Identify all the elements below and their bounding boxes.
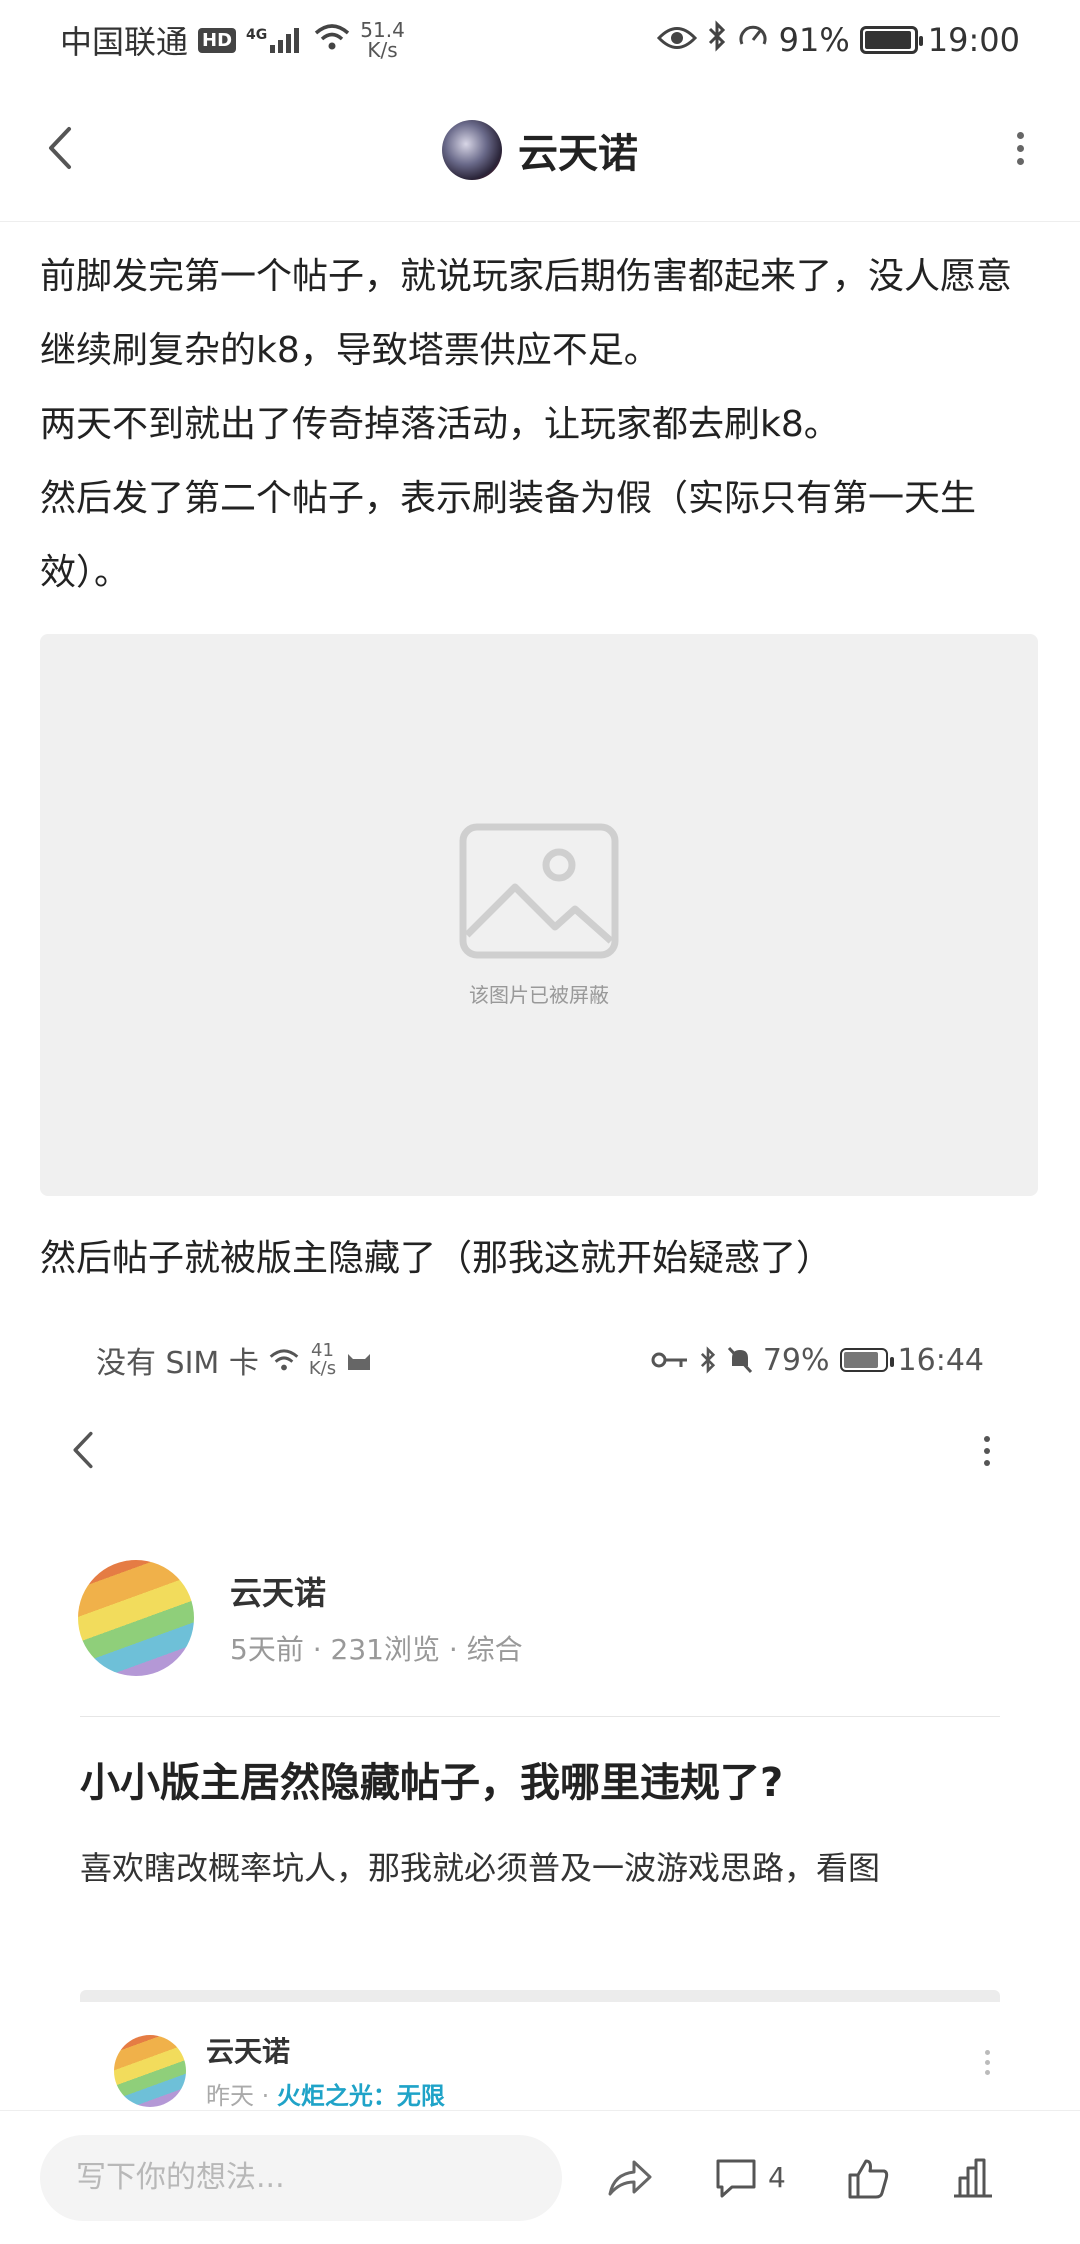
embedded-network-speed: 41 K/s <box>309 1342 336 1378</box>
embedded-battery-percent: 79% <box>762 1342 830 1378</box>
rainbow-avatar <box>78 1560 194 1676</box>
bell-off-icon <box>727 1346 752 1374</box>
chevron-left-icon <box>73 1431 93 1469</box>
dot-icon <box>985 2060 990 2065</box>
post-paragraph: 两天不到就出了传奇掉落活动，让玩家都去刷k8。 <box>40 404 840 445</box>
dot-icon <box>984 1448 990 1454</box>
signal-icon: 4G <box>246 27 304 53</box>
post-paragraph: 然后发了第二个帖子，表示刷装备为假（实际只有第一天生效）。 <box>40 478 977 593</box>
embedded-image-edge <box>80 1990 1000 2002</box>
top-nav-bar: 云天诺 <box>0 80 1080 222</box>
like-button[interactable] <box>846 2157 890 2199</box>
embedded-comment-row: 云天诺 昨天 · 火炬之光：无限 <box>114 2030 445 2110</box>
comment-icon <box>716 2159 756 2197</box>
battery-icon <box>839 1348 894 1372</box>
battery-percent: 91% <box>778 21 850 59</box>
rainbow-avatar <box>114 2034 186 2107</box>
bluetooth-icon <box>707 20 727 60</box>
bluetooth-icon <box>700 1346 715 1374</box>
embedded-more-button <box>984 1436 990 1466</box>
embedded-post-meta: 5天前 · 231浏览 · 综合 <box>230 1633 523 1666</box>
post-paragraph: 前脚发完第一个帖子，就说玩家后期伤害都起来了，没人愿意继续刷复杂的k8，导致塔票… <box>40 256 1013 371</box>
embedded-screenshot[interactable]: 没有 SIM 卡 41 K/s 79% 16:44 云天诺 5天前 · 231浏… <box>40 1310 1040 2110</box>
speedometer-icon <box>737 20 769 60</box>
network-speed-value: 51.4 <box>360 18 405 42</box>
embedded-sim-label: 没有 SIM 卡 <box>96 1346 259 1381</box>
blocked-image[interactable]: 该图片已被屏蔽 <box>40 634 1038 1196</box>
embedded-speed-unit: K/s <box>308 1358 337 1379</box>
blocked-image-label: 该图片已被屏蔽 <box>469 982 609 1007</box>
carrier-label: 中国联通 <box>60 23 189 61</box>
dot-icon <box>985 2050 990 2055</box>
image-placeholder-icon <box>459 823 619 958</box>
wifi-icon <box>314 21 350 59</box>
embedded-comment-time: 昨天 <box>206 2082 254 2110</box>
post-paragraph: 然后帖子就被版主隐藏了（那我这就开始疑惑了） <box>40 1238 833 1279</box>
post-content: 前脚发完第一个帖子，就说玩家后期伤害都起来了，没人愿意继续刷复杂的k8，导致塔票… <box>40 240 1040 610</box>
wifi-icon <box>269 1349 299 1371</box>
embedded-post-title: 小小版主居然隐藏帖子，我哪里违规了? <box>80 1760 784 1806</box>
author-avatar[interactable] <box>442 120 502 180</box>
embedded-username: 云天诺 <box>230 1574 327 1612</box>
eye-icon <box>656 21 697 59</box>
embedded-post-desc: 喜欢瞎改概率坑人，那我就必须普及一波游戏思路，看图 <box>80 1849 881 1887</box>
dot-icon <box>984 1460 990 1466</box>
dot-icon <box>984 1436 990 1442</box>
embedded-back-button <box>70 1430 96 1474</box>
embedded-comment-username: 云天诺 <box>206 2035 291 2068</box>
network-type: 4G <box>246 27 268 43</box>
more-options-button[interactable] <box>990 118 1050 178</box>
thumbs-up-icon <box>848 2159 888 2198</box>
key-icon <box>651 1352 687 1368</box>
status-right: 91% 19:00 <box>656 20 1020 60</box>
network-speed: 51.4 K/s <box>360 20 405 60</box>
embedded-comment-tag: 火炬之光：无限 <box>276 2082 445 2110</box>
author-header[interactable]: 云天诺 <box>0 120 1080 180</box>
embedded-author-row: 云天诺 5天前 · 231浏览 · 综合 <box>78 1560 523 1676</box>
embedded-status-bar: 没有 SIM 卡 41 K/s 79% 16:44 <box>96 1330 984 1390</box>
divider <box>80 1716 1000 1717</box>
status-left: 中国联通 HD 4G 51.4 K/s <box>60 17 405 63</box>
dot-icon <box>985 2070 990 2075</box>
dot-icon <box>1016 144 1024 152</box>
bottom-action-bar: 4 <box>0 2110 1080 2244</box>
dot-icon <box>1016 131 1024 139</box>
embedded-clock: 16:44 <box>897 1342 984 1378</box>
dot-icon <box>1016 157 1024 165</box>
bar-chart-icon <box>953 2158 992 2197</box>
embedded-comment-meta: 昨天 · 火炬之光：无限 <box>206 2076 445 2110</box>
comment-count: 4 <box>768 2161 786 2194</box>
comment-button[interactable]: 4 <box>714 2157 786 2199</box>
cat-icon <box>348 1354 371 1370</box>
stats-button[interactable] <box>950 2158 994 2198</box>
share-button[interactable] <box>606 2158 654 2198</box>
author-name[interactable]: 云天诺 <box>518 121 638 179</box>
separator: · <box>261 2082 270 2110</box>
status-bar: 中国联通 HD 4G 51.4 K/s 91% 19:00 <box>0 0 1080 80</box>
embedded-comment-more <box>985 2050 990 2075</box>
network-speed-unit: K/s <box>367 38 398 62</box>
comment-input[interactable] <box>40 2134 562 2221</box>
hd-badge: HD <box>198 27 237 53</box>
share-icon <box>608 2160 652 2195</box>
clock: 19:00 <box>927 21 1020 59</box>
battery-icon <box>859 26 923 54</box>
